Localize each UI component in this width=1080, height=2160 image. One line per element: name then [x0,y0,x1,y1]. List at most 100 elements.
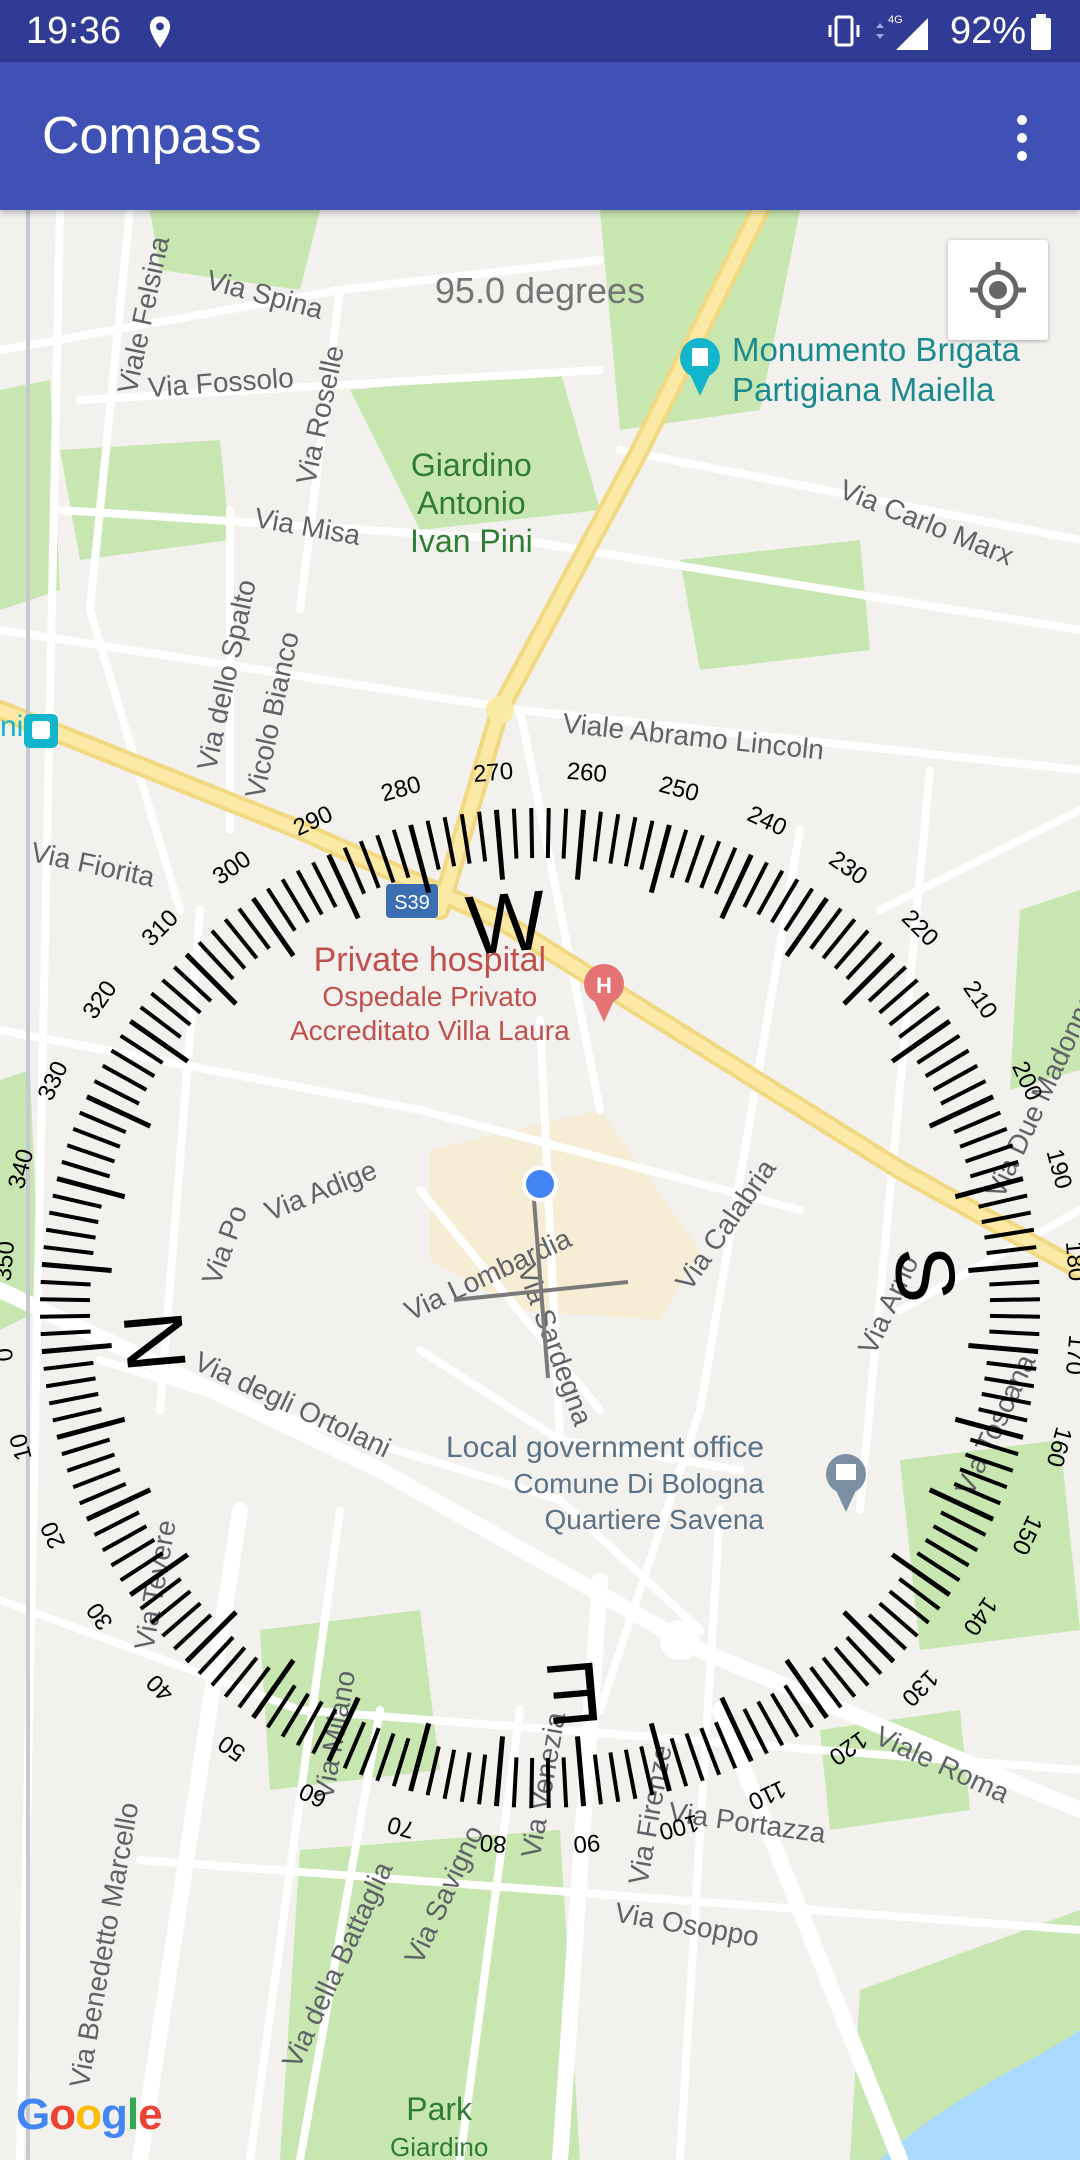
compass-tick [493,1736,506,1807]
compass-tick [45,1227,96,1240]
compass-tick [561,1757,569,1808]
compass-tick [890,1019,952,1064]
network-type-label: 4G [888,14,903,26]
compass-degree-label: 260 [566,758,608,788]
compass-tick [358,840,381,889]
vibrate-icon [828,15,860,47]
compass-tick [391,829,411,879]
compass-tick [608,1752,621,1803]
compass-tick [375,1732,396,1782]
compass-tick [78,1110,127,1135]
compass-tick [969,1437,1019,1457]
compass-tick [184,952,238,1006]
compass-tick [72,1467,121,1490]
compass-tick [511,808,519,859]
signal-icon: 4G [876,14,928,50]
compass-tick [442,1749,457,1800]
compass-degree-label: 20 [35,1517,71,1553]
compass-tick [969,1159,1019,1179]
compass-tick [477,1754,488,1805]
compass-tick [959,1126,1008,1149]
compass-tick [72,1126,121,1149]
compass-tick [545,808,551,859]
compass-tick [964,1452,1014,1473]
compass-tick [56,1416,126,1440]
compass-tick [981,1210,1032,1225]
compass-cardinal-s: S [876,1242,975,1306]
overflow-menu-icon[interactable] [1000,110,1044,166]
compass-tick [311,1708,338,1755]
compass-tick [43,1245,94,1256]
compass-tick [984,1376,1035,1389]
my-location-button[interactable] [948,240,1048,340]
compass-tick [61,1159,111,1179]
compass-tick [713,846,738,895]
compass-tick [968,1342,1039,1355]
compass-tick [40,1313,91,1319]
compass-tick [66,1452,116,1473]
compass-degree-label: 190 [1041,1146,1077,1192]
compass-degree-label: 300 [208,845,256,890]
compass-tick [184,1610,238,1664]
compass-tick [981,1391,1032,1406]
compass-tick [940,1079,987,1106]
compass-degree-label: 80 [479,1828,508,1857]
compass-degree-label: 270 [472,758,514,788]
compass-tick [41,1261,112,1274]
compass-tick [61,1437,111,1457]
compass-tick [669,1737,689,1787]
compass-tick [40,1297,91,1303]
compass-tick [425,820,441,870]
compass-degree-label: 200 [1006,1057,1047,1105]
compass-degree-label: 50 [213,1729,250,1766]
compass-tick [459,813,472,864]
compass-tick [742,861,769,908]
compass-tick [459,1752,472,1803]
compass-cardinal-w: W [463,872,550,973]
google-logo: Google [16,2090,163,2139]
compass-tick [742,1708,769,1755]
compass-tick [358,1727,381,1776]
compass-tick [529,1757,535,1808]
compass-tick [45,1376,96,1389]
compass-tick [684,834,705,884]
compass-tick [251,1658,296,1720]
compass-tick [989,1329,1040,1337]
compass-degree-label: 120 [824,1725,872,1770]
compass-degree-label: 210 [957,976,1002,1024]
compass-tick [592,1754,603,1805]
compass-tick [251,896,296,958]
compass-degree-label: 100 [656,1809,702,1845]
compass-tick [984,1227,1035,1240]
compass-rose: 0 10 20 30 40 50 60 70 80 90 100 110 120 130 140150 160… [0,758,1080,1858]
map-view[interactable]: S39 H Via Spina Via Fossolo Via Roselle … [0,210,1080,2160]
compass-degree-label: 340 [3,1146,39,1192]
compass-tick [52,1407,102,1423]
compass-degree-label: 160 [1041,1424,1077,1470]
compass-tick [953,1110,1002,1135]
compass-degree-label: 290 [289,800,337,841]
compass-tick [669,829,689,879]
compass-tick [953,1481,1002,1506]
compass-tick [408,1722,432,1792]
compass-degree-label: 220 [896,904,943,951]
compass-tick [342,846,367,895]
compass-tick [968,1261,1039,1274]
compass-degree-label: 60 [295,1777,331,1813]
compass-tick [529,808,535,859]
compass-tick [561,808,569,859]
compass-tick [608,813,621,864]
compass-tick [477,811,488,862]
compass-tick [128,1552,190,1597]
compass-tick [66,1143,116,1164]
compass-tick [78,1481,127,1506]
compass-tick [342,1721,367,1770]
compass-cardinal-n: N [105,1307,204,1376]
compass-tick [391,1737,411,1787]
compass-tick [93,1079,140,1106]
compass-tick [592,811,603,862]
compass-tick [40,1279,91,1287]
compass-tick [989,1313,1040,1319]
compass-degree-label: 40 [141,1669,179,1707]
battery-icon [1031,14,1051,50]
